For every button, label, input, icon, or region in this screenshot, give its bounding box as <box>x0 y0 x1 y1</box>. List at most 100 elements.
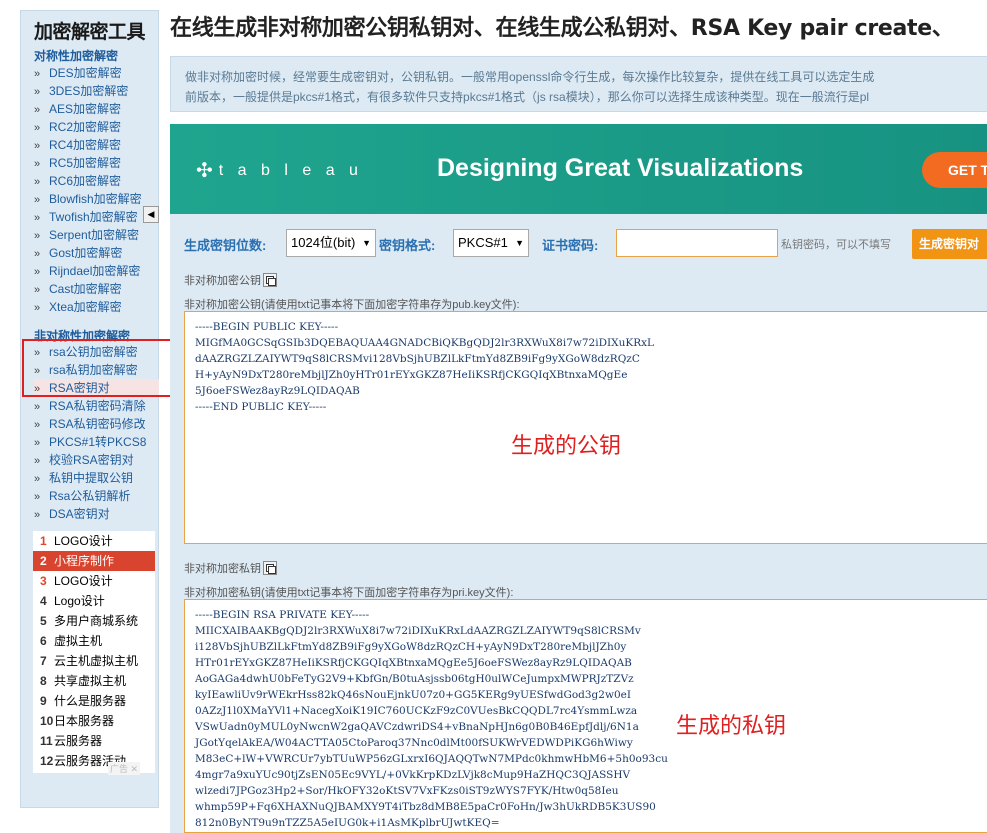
ranking-item[interactable]: 1 LOGO设计 <box>33 531 155 551</box>
ranking-number: 6 <box>40 634 47 648</box>
chevron-right-icon: » <box>34 248 41 260</box>
key-format-label: 密钥格式: <box>379 238 436 253</box>
sidebar-item[interactable]: » RC6加密解密 <box>34 172 159 190</box>
private-key-label: 非对称加密私钥(请使用txt记事本将下面加密字符串存为pri.key文件): <box>184 587 514 599</box>
ad-label[interactable]: 广告 ✕ <box>108 762 141 775</box>
highlight-annotation-box <box>22 339 177 397</box>
ranking-item[interactable]: 7 云主机虚拟主机 <box>33 651 155 671</box>
private-key-textarea[interactable]: -----BEGIN RSA PRIVATE KEY----- MIICXAIB… <box>184 599 987 833</box>
ranking-item[interactable]: 10日本服务器 <box>33 711 155 731</box>
key-format-select[interactable]: PKCS#1 ▼ <box>453 229 529 257</box>
chevron-down-icon: ▼ <box>362 238 371 248</box>
ranking-label: 虚拟主机 <box>54 634 103 648</box>
sidebar-item-label: RSA私钥密码清除 <box>49 399 146 413</box>
chevron-right-icon: » <box>34 509 41 521</box>
ranking-item[interactable]: 6 虚拟主机 <box>33 631 155 651</box>
key-bits-label: 生成密钥位数: <box>184 238 267 253</box>
private-key-short-label-text: 非对称加密私钥 <box>184 563 261 575</box>
ranking-item[interactable]: 5 多用户商城系统 <box>33 611 155 631</box>
sidebar-item-label: Rijndael加密解密 <box>49 264 141 278</box>
chevron-down-icon: ▼ <box>515 238 524 248</box>
ranking-item[interactable]: 9 什么是服务器 <box>33 691 155 711</box>
private-key-annotation: 生成的私钥 <box>676 714 787 739</box>
ranking-number: 2 <box>40 554 47 568</box>
ranking-label: 小程序制作 <box>54 554 115 568</box>
tableau-logo-icon: ✣ <box>196 160 213 182</box>
password-hint: 私钥密码，可以不填写 <box>781 239 891 251</box>
sidebar-item[interactable]: » Twofish加密解密 <box>34 208 159 226</box>
description-line: 前版本，一般提供是pkcs#1格式，有很多软件只支持pkcs#1格式（js rs… <box>185 90 870 104</box>
sidebar-item[interactable]: » 校验RSA密钥对 <box>34 451 159 469</box>
sidebar-item-label: Twofish加密解密 <box>49 210 138 224</box>
ranking-label: 多用户商城系统 <box>54 614 139 628</box>
sidebar-item[interactable]: » Blowfish加密解密 <box>34 190 159 208</box>
ranking-item[interactable]: 2 小程序制作 <box>33 551 155 571</box>
sidebar-item[interactable]: » RC4加密解密 <box>34 136 159 154</box>
chevron-right-icon: » <box>34 437 41 449</box>
sidebar-item-label: 3DES加密解密 <box>49 84 129 98</box>
sidebar-item[interactable]: » RSA私钥密码清除 <box>34 397 159 415</box>
sidebar-item-label: RC2加密解密 <box>49 120 122 134</box>
banner-cta-button[interactable]: GET T <box>922 152 987 188</box>
chevron-right-icon: » <box>34 176 41 188</box>
sidebar-item[interactable]: » PKCS#1转PKCS8 <box>34 433 159 451</box>
ranking-number: 10 <box>40 714 54 728</box>
chevron-right-icon: » <box>34 284 41 296</box>
description-box: 做非对称加密时候，经常要生成密钥对，公钥私钥。一般常用openssl命令行生成，… <box>170 56 987 112</box>
sidebar-item-label: RC5加密解密 <box>49 156 122 170</box>
sidebar-item[interactable]: » RSA私钥密码修改 <box>34 415 159 433</box>
sidebar-item[interactable]: » 3DES加密解密 <box>34 82 159 100</box>
generate-keypair-button[interactable]: 生成密钥对 <box>912 229 987 259</box>
copy-public-key-icon[interactable] <box>263 273 277 287</box>
ranking-item[interactable]: 3 LOGO设计 <box>33 571 155 591</box>
sidebar-item-label: Gost加密解密 <box>49 246 123 260</box>
chevron-right-icon: » <box>34 122 41 134</box>
sidebar-item[interactable]: » Xtea加密解密 <box>34 298 159 316</box>
sidebar-item[interactable]: » Gost加密解密 <box>34 244 159 262</box>
sidebar-item-label: Xtea加密解密 <box>49 300 122 314</box>
chevron-right-icon: » <box>34 158 41 170</box>
key-format-value: PKCS#1 <box>458 235 508 250</box>
sidebar-item[interactable]: » Rijndael加密解密 <box>34 262 159 280</box>
cert-password-input[interactable] <box>616 229 778 257</box>
sidebar-item[interactable]: » 私钥中提取公钥 <box>34 469 159 487</box>
sidebar-item-label: 私钥中提取公钥 <box>49 471 134 485</box>
ranking-label: 共享虚拟主机 <box>54 674 127 688</box>
sidebar-item[interactable]: » DSA密钥对 <box>34 505 159 523</box>
chevron-right-icon: » <box>34 266 41 278</box>
public-key-annotation: 生成的公钥 <box>511 434 622 459</box>
chevron-right-icon: » <box>34 140 41 152</box>
ranking-item[interactable]: 4 Logo设计 <box>33 591 155 611</box>
sidebar-item-label: RSA私钥密码修改 <box>49 417 146 431</box>
description-line: 做非对称加密时候，经常要生成密钥对，公钥私钥。一般常用openssl命令行生成，… <box>185 70 875 84</box>
chevron-right-icon: » <box>34 68 41 80</box>
ranking-item[interactable]: 11云服务器 <box>33 731 155 751</box>
ranking-label: Logo设计 <box>54 594 105 608</box>
public-key-label: 非对称加密公钥(请使用txt记事本将下面加密字符串存为pub.key文件): <box>184 299 520 311</box>
ranking-label: 云服务器 <box>54 734 103 748</box>
private-key-short-label: 非对称加密私钥 <box>184 560 277 576</box>
sidebar-item[interactable]: » RC5加密解密 <box>34 154 159 172</box>
sidebar-item[interactable]: » Rsa公私钥解析 <box>34 487 159 505</box>
chevron-right-icon: » <box>34 401 41 413</box>
sidebar-item[interactable]: » RC2加密解密 <box>34 118 159 136</box>
sidebar-item[interactable]: » Cast加密解密 <box>34 280 159 298</box>
ad-banner[interactable]: ✣ t a b l e a u Designing Great Visualiza… <box>170 124 987 214</box>
sidebar-item[interactable]: » AES加密解密 <box>34 100 159 118</box>
ranking-label: 什么是服务器 <box>54 694 127 708</box>
ranking-number: 5 <box>40 614 47 628</box>
sidebar-item-label: 校验RSA密钥对 <box>49 453 134 467</box>
sidebar-item-label: AES加密解密 <box>49 102 122 116</box>
ranking-label: 云主机虚拟主机 <box>54 654 139 668</box>
sidebar-collapse-button[interactable]: ◀ <box>143 206 159 223</box>
ranking-item[interactable]: 8 共享虚拟主机 <box>33 671 155 691</box>
key-bits-select[interactable]: 1024位(bit) ▼ <box>286 229 376 257</box>
sidebar-item[interactable]: » Serpent加密解密 <box>34 226 159 244</box>
page-title: 在线生成非对称加密公钥私钥对、在线生成公私钥对、RSA Key pair cre… <box>170 16 954 41</box>
chevron-right-icon: » <box>34 473 41 485</box>
ranking-number: 1 <box>40 534 47 548</box>
sidebar-item[interactable]: » DES加密解密 <box>34 64 159 82</box>
chevron-right-icon: » <box>34 194 41 206</box>
copy-private-key-icon[interactable] <box>263 561 277 575</box>
sidebar-item-label: Serpent加密解密 <box>49 228 140 242</box>
